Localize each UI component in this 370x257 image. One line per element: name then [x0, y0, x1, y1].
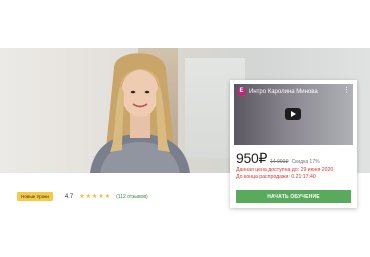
star-icon: ★	[98, 193, 104, 200]
start-learning-button[interactable]: НАЧАТЬ ОБУЧЕНИЕ	[236, 190, 351, 203]
price-valid-until: Данная цена доступна до: 29 июня 2020	[236, 167, 334, 173]
sale-countdown: До конца распродажи: 0.21:17:40	[236, 174, 316, 180]
reviews-link[interactable]: (112 отзывов)	[116, 194, 148, 200]
price-row: 950₽ 14 000₽ Скидка 17%	[236, 150, 320, 167]
old-price: 14 000₽	[270, 159, 289, 165]
course-meta-row: Новые Уроки 4.7 ★ ★ ★ ★ ★ (112 отзывов)	[17, 192, 148, 201]
discount-label: Скидка 17%	[291, 159, 320, 165]
rating-stars: ★ ★ ★ ★ ★	[79, 194, 110, 200]
more-vertical-icon[interactable]: ⋮	[343, 87, 350, 94]
channel-avatar: E	[237, 87, 246, 96]
intro-video-player[interactable]: E Интро Каролина Минова ⋮	[234, 84, 353, 145]
star-icon: ★	[104, 193, 111, 200]
play-icon[interactable]	[285, 108, 301, 120]
course-purchase-card: E Интро Каролина Минова ⋮ 950₽ 14 000₽ С…	[230, 80, 357, 208]
current-price: 950₽	[236, 150, 268, 166]
star-icon: ★	[91, 193, 98, 200]
rating-value: 4.7	[64, 193, 74, 200]
instructor-photo	[90, 53, 190, 173]
video-title: Интро Каролина Минова	[249, 88, 318, 95]
video-header: E Интро Каролина Минова	[237, 87, 318, 96]
star-icon: ★	[85, 193, 91, 200]
star-icon: ★	[79, 193, 85, 200]
new-lessons-badge: Новые Уроки	[17, 192, 53, 201]
